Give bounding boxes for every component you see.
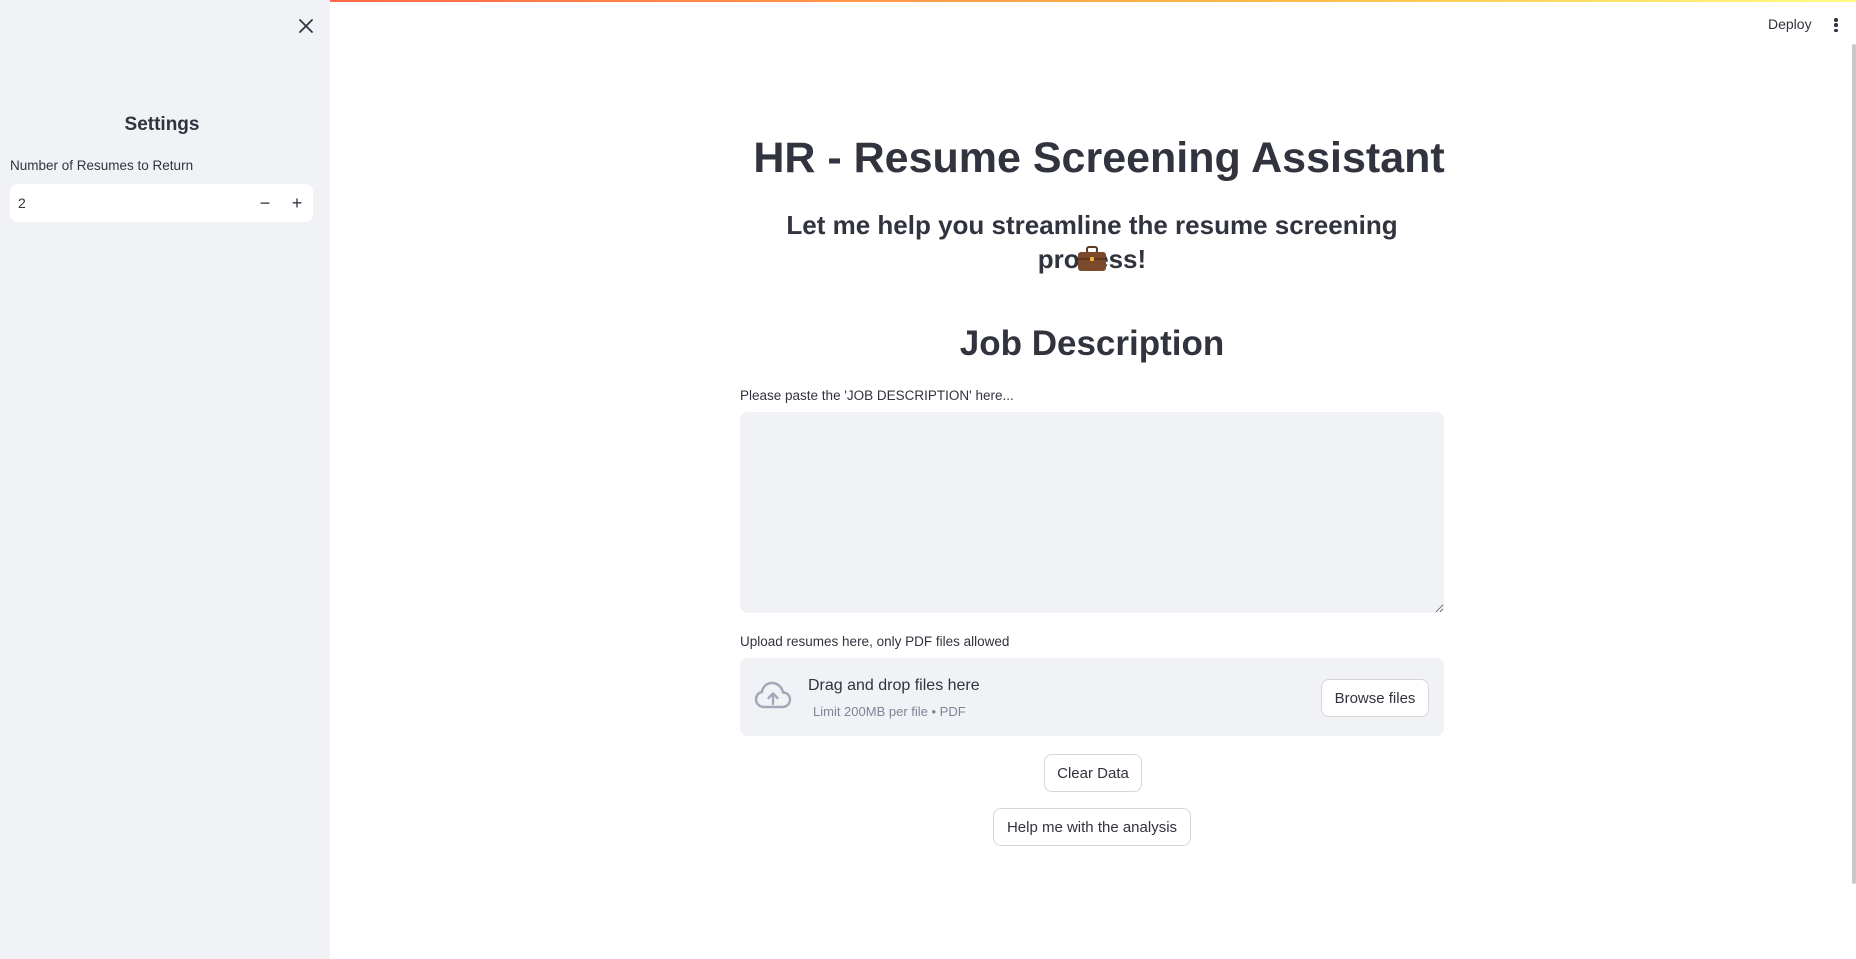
kebab-menu-icon xyxy=(1834,23,1838,27)
clear-data-button[interactable]: Clear Data xyxy=(1044,754,1142,792)
resume-count-input[interactable] xyxy=(10,184,249,222)
decrement-button[interactable]: − xyxy=(249,184,281,222)
sidebar-title: Settings xyxy=(124,114,200,135)
dropzone-subtitle: Limit 200MB per file • PDF xyxy=(813,704,966,719)
resume-count-stepper: − + xyxy=(10,184,313,222)
page-title-row: HR - Resume Screening Assistant xyxy=(740,134,1444,183)
kebab-menu-icon xyxy=(1834,18,1838,22)
job-description-label: Please paste the 'JOB DESCRIPTION' here.… xyxy=(740,388,1014,403)
briefcase-icon xyxy=(1078,246,1106,271)
close-icon xyxy=(299,19,313,33)
analyze-button[interactable]: Help me with the analysis xyxy=(993,808,1191,846)
scrollbar[interactable] xyxy=(1852,44,1856,884)
subtitle-icon-row xyxy=(740,246,1444,272)
cloud-upload-icon xyxy=(754,681,792,709)
sidebar: Settings Number of Resumes to Return − + xyxy=(0,0,330,959)
deploy-button[interactable]: Deploy xyxy=(1768,16,1812,32)
job-description-heading: Job Description xyxy=(959,324,1225,363)
browse-files-button[interactable]: Browse files xyxy=(1321,679,1429,717)
upload-label: Upload resumes here, only PDF files allo… xyxy=(740,634,1010,649)
dropzone-title: Drag and drop files here xyxy=(808,677,980,694)
page-title: HR - Resume Screening Assistant xyxy=(753,134,1445,182)
kebab-menu-icon xyxy=(1834,28,1838,32)
main-menu-button[interactable] xyxy=(1829,15,1843,35)
increment-button[interactable]: + xyxy=(281,184,313,222)
file-dropzone[interactable]: Drag and drop files here Limit 200MB per… xyxy=(740,658,1444,736)
close-sidebar-button[interactable] xyxy=(294,14,318,38)
resume-count-label: Number of Resumes to Return xyxy=(10,158,194,173)
job-description-textarea[interactable] xyxy=(740,412,1444,613)
